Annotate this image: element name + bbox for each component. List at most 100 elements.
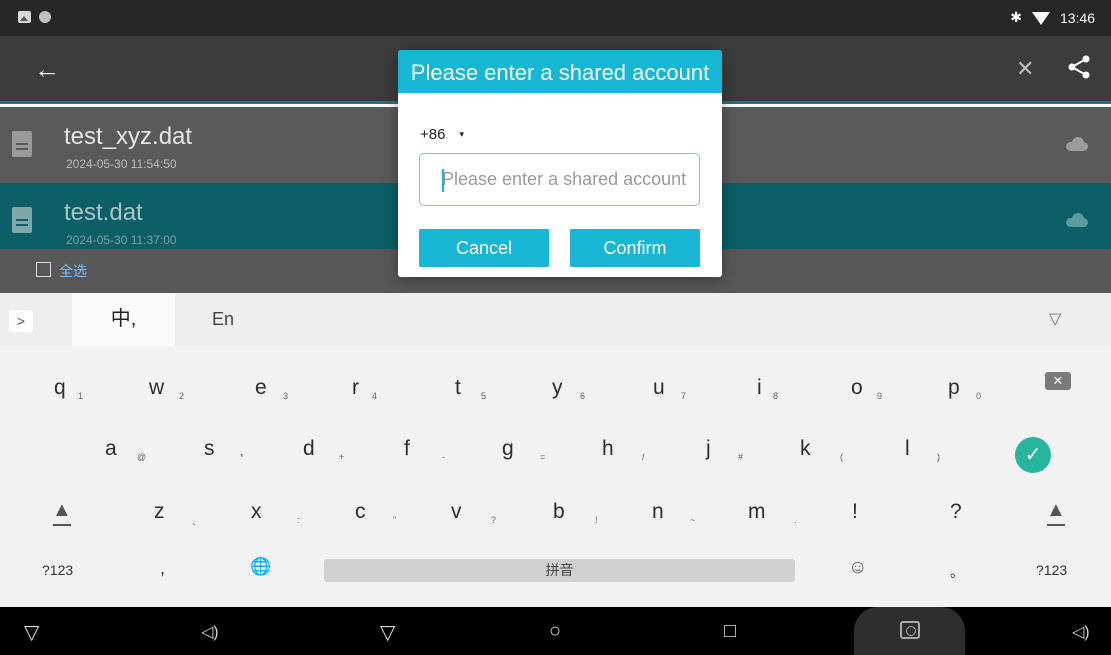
share-icon[interactable] (1066, 54, 1092, 80)
emoji-icon[interactable]: ☺ (848, 557, 867, 579)
space-key[interactable]: 拼音 (324, 559, 795, 582)
shift-right-icon[interactable]: ▲ (1046, 499, 1066, 526)
key-u[interactable]: u7 (653, 376, 686, 401)
key-sub: 6 (580, 391, 586, 401)
key-v[interactable]: v? (451, 500, 496, 525)
key-label: w (149, 376, 165, 399)
globe-icon[interactable]: 🌐 (250, 557, 271, 577)
key-o[interactable]: o9 (851, 376, 882, 401)
key-f[interactable]: f- (404, 437, 445, 462)
key-x[interactable]: x: (251, 500, 300, 525)
key-e[interactable]: e3 (255, 376, 288, 401)
key-s[interactable]: s * (204, 437, 244, 462)
account-input[interactable]: Please enter a shared account (419, 153, 700, 206)
key-sub: @ (137, 452, 147, 462)
account-input-placeholder: Please enter a shared account (442, 169, 687, 189)
country-code-select[interactable]: +86 ▾ (420, 126, 464, 143)
key-label: h (602, 437, 614, 460)
key-sub: 3 (283, 391, 289, 401)
country-code-value: +86 (420, 126, 446, 143)
enter-check-button[interactable]: ✓ (1015, 437, 1051, 473)
screenshot-icon[interactable] (900, 621, 920, 639)
close-icon[interactable]: ✕ (1016, 56, 1034, 82)
key-sub: ( (840, 452, 843, 462)
key-p[interactable]: p0 (948, 376, 981, 401)
key-y[interactable]: y6 (552, 376, 585, 401)
key-sub: ! (595, 515, 598, 525)
key-a[interactable]: a @ (105, 437, 146, 462)
key-label: e (255, 376, 267, 399)
key-label: j (706, 437, 711, 460)
key-l[interactable]: l) (905, 437, 940, 462)
key-j[interactable]: j # (706, 437, 743, 462)
screen: ✱ 13:46 ← ✕ test_xyz.dat 2024-05-30 11:5… (0, 0, 1111, 655)
key-label: z (154, 500, 165, 523)
key-label: l (905, 437, 910, 460)
key-label: s (204, 437, 215, 460)
key-h[interactable]: h / (602, 437, 645, 462)
key-sub: 0 (976, 391, 982, 401)
key-label: c (355, 500, 366, 523)
shift-label: ▲ (1046, 499, 1066, 521)
nav-collapse-icon[interactable]: ▽ (24, 620, 39, 645)
tab-chinese[interactable]: 中, (72, 293, 175, 346)
back-arrow-icon[interactable]: ← (34, 54, 60, 85)
key-w[interactable]: w2 (149, 376, 184, 401)
period-key[interactable]: 。 (950, 562, 964, 582)
key-r[interactable]: r4 (352, 376, 377, 401)
key-sub: 8 (773, 391, 779, 401)
nav-home-icon[interactable]: ○ (549, 620, 561, 643)
hide-keyboard-icon[interactable]: ▽ (1049, 309, 1061, 329)
key-question[interactable]: ? (950, 500, 962, 524)
key-t[interactable]: t5 (455, 376, 486, 401)
key-label: k (800, 437, 811, 460)
keyboard-expand-button[interactable]: > (9, 310, 33, 332)
select-all-label[interactable]: 全选 (59, 261, 87, 281)
status-dot-icon (39, 11, 51, 23)
keyboard-toolbar: > 中, En ▽ (0, 293, 1111, 346)
key-b[interactable]: b! (553, 500, 598, 525)
key-z[interactable]: z、 (154, 500, 201, 527)
status-time: 13:46 (1059, 9, 1095, 26)
image-notification-icon (18, 11, 31, 23)
shift-left-icon[interactable]: ▲ (52, 499, 72, 526)
key-label: y (552, 376, 563, 399)
key-m[interactable]: m. (748, 500, 797, 525)
comma-key[interactable]: , (160, 558, 165, 579)
cancel-button[interactable]: Cancel (419, 229, 549, 267)
key-label: m (748, 500, 766, 523)
key-k[interactable]: k( (800, 437, 843, 462)
nav-recents-icon[interactable]: □ (724, 620, 736, 643)
document-icon (12, 207, 32, 233)
cloud-icon[interactable] (1066, 213, 1088, 227)
volume-down-icon[interactable]: ◁) (201, 622, 219, 642)
key-g[interactable]: g = (502, 437, 545, 462)
key-label: u (653, 376, 665, 399)
confirm-button[interactable]: Confirm (570, 229, 700, 267)
cloud-icon[interactable] (1066, 137, 1088, 151)
file-name: test.dat (64, 199, 143, 226)
key-c[interactable]: c " (355, 500, 396, 525)
key-n[interactable]: n ~ (652, 500, 695, 525)
backspace-icon[interactable]: ✕ (1045, 372, 1071, 390)
select-all-checkbox[interactable] (36, 262, 51, 277)
key-q[interactable]: q1 (54, 376, 83, 401)
key-label: t (455, 376, 461, 399)
key-label: f (404, 437, 410, 460)
symbols-right-key[interactable]: ?123 (1036, 562, 1067, 578)
key-i[interactable]: i8 (757, 376, 778, 401)
key-label: b (553, 500, 565, 523)
status-bar: ✱ 13:46 (0, 0, 1111, 36)
nav-back-icon[interactable]: ▽ (380, 620, 395, 645)
key-d[interactable]: d + (303, 437, 344, 462)
key-label: q (54, 376, 66, 399)
key-sub: ? (491, 515, 497, 525)
key-label: ! (852, 500, 858, 523)
key-label: r (352, 376, 359, 399)
key-exclaim[interactable]: ! (852, 500, 858, 524)
key-sub: 7 (681, 391, 687, 401)
volume-up-icon[interactable]: ◁) (1072, 622, 1090, 642)
document-icon (12, 131, 32, 157)
tab-english[interactable]: En (192, 293, 262, 346)
symbols-left-key[interactable]: ?123 (42, 562, 73, 578)
